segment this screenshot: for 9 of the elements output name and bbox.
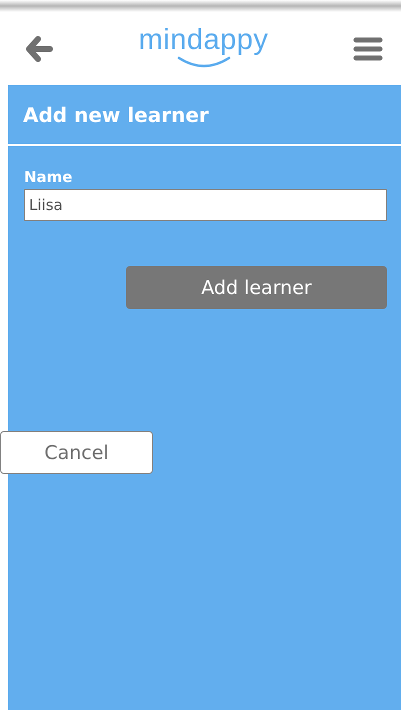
- name-label: Name: [24, 168, 74, 186]
- back-arrow-icon[interactable]: [24, 34, 54, 64]
- page-title: Add new learner: [23, 102, 209, 126]
- add-learner-button[interactable]: Add learner: [126, 266, 387, 309]
- cancel-button[interactable]: Cancel: [0, 431, 153, 474]
- smile-icon: [176, 56, 230, 68]
- name-input[interactable]: Liisa: [24, 189, 387, 221]
- logo-text: mindappy: [138, 24, 268, 56]
- menu-icon[interactable]: [353, 36, 383, 62]
